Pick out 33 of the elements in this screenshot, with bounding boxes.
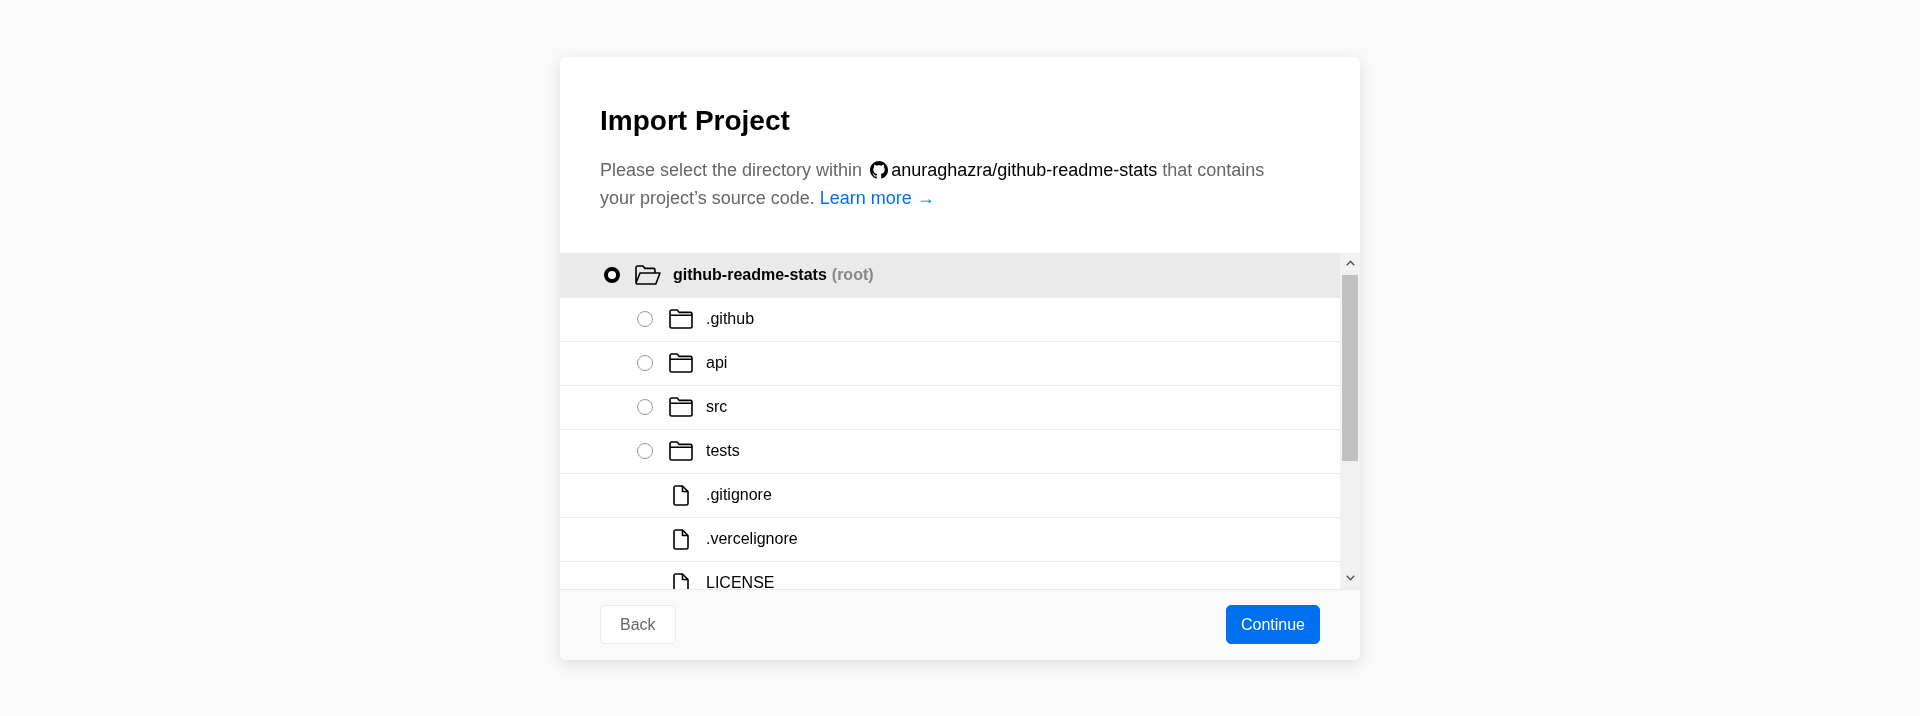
folder-row[interactable]: src — [560, 385, 1340, 430]
file-icon — [673, 528, 689, 550]
folder-name: tests — [706, 441, 740, 461]
radio-button[interactable] — [604, 267, 620, 283]
chevron-down-icon[interactable] — [1345, 574, 1355, 581]
file-row[interactable]: .vercelignore — [560, 517, 1340, 562]
file-row[interactable]: .gitignore — [560, 473, 1340, 518]
folder-name: api — [706, 353, 728, 373]
radio-button[interactable] — [637, 399, 653, 415]
file-icon — [673, 572, 689, 589]
folder-name: src — [706, 397, 728, 417]
scrollbar-thumb[interactable] — [1342, 274, 1358, 461]
continue-button[interactable]: Continue — [1225, 605, 1320, 644]
radio-button[interactable] — [637, 443, 653, 459]
root-note: (root) — [831, 265, 874, 285]
file-name: LICENSE — [706, 573, 775, 589]
chevron-up-icon[interactable] — [1345, 259, 1355, 266]
file-icon — [673, 484, 689, 506]
radio-button[interactable] — [637, 355, 653, 371]
file-name: .vercelignore — [706, 529, 798, 549]
folder-name: .github — [706, 309, 755, 329]
description-text: Please select the directory within anuraghazra/github-readme-stats that contains your project’s source code. Learn more → — [600, 158, 1266, 210]
back-button[interactable]: Back — [600, 605, 676, 644]
dialog-title: Import Project — [600, 103, 790, 138]
github-icon — [870, 160, 889, 179]
radio-button[interactable] — [637, 311, 653, 327]
folder-name: github-readme-stats — [673, 265, 827, 285]
folder-row[interactable]: tests — [560, 429, 1340, 474]
folder-row[interactable]: github-readme-stats (root) — [560, 252, 1340, 298]
learn-more-link[interactable]: Learn more → — [819, 187, 935, 208]
folder-row[interactable]: .github — [560, 297, 1340, 342]
file-name: .gitignore — [706, 485, 772, 505]
folder-row[interactable]: api — [560, 341, 1340, 386]
